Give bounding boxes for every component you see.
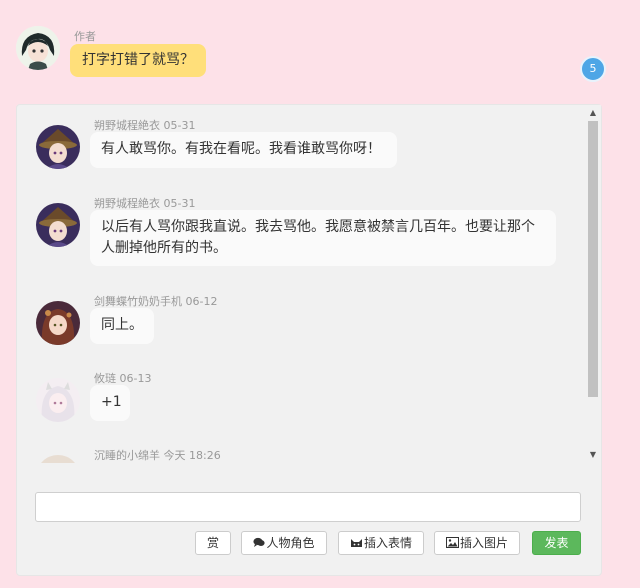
picture-icon	[445, 533, 459, 555]
author-label: 作者	[74, 30, 96, 43]
reply-meta: 沉睡的小绵羊 今天 18:26	[94, 447, 221, 463]
reply-date: 今天 18:26	[163, 449, 221, 462]
image-label: 插入图片	[459, 536, 508, 550]
reply-input[interactable]	[35, 492, 581, 522]
cat-icon	[350, 533, 363, 555]
reply-meta: 朔野城程絶衣 05-31	[94, 117, 195, 133]
reply-avatar[interactable]	[36, 378, 80, 422]
reply-date: 06-13	[119, 372, 152, 385]
reply-list: 朔野城程絶衣 05-31 有人敢骂你。有我在看呢。我看谁敢骂你呀！ 朔野城程絶衣	[17, 105, 585, 463]
reply-text: 同上。	[90, 308, 154, 344]
reply-author[interactable]: 沉睡的小绵羊	[94, 449, 160, 462]
send-button[interactable]: 发表	[532, 531, 581, 555]
reply-meta: 朔野城程絶衣 05-31	[94, 195, 195, 211]
character-button[interactable]: 人物角色	[241, 531, 327, 555]
reply-date: 06-12	[185, 295, 218, 308]
reply-avatar[interactable]	[36, 203, 80, 247]
reward-label: 赏	[206, 536, 219, 550]
comment-icon	[253, 533, 266, 555]
reply-text: 有人敢骂你。有我在看呢。我看谁敢骂你呀！	[90, 132, 397, 168]
reply-author[interactable]: 朔野城程絶衣	[94, 119, 160, 132]
reply-meta: 攸琏 06-13	[94, 370, 151, 386]
author-avatar[interactable]	[16, 26, 60, 70]
reply-author[interactable]: 剑舞蝶竹奶奶手机	[94, 295, 182, 308]
scroll-up-icon[interactable]: ▲	[588, 108, 598, 118]
post-content: 打字打错了就骂？	[70, 44, 206, 77]
scroll-thumb[interactable]	[588, 121, 598, 397]
reply-text: 以后有人骂你跟我直说。我去骂他。我愿意被禁言几百年。也要让那个人删掉他所有的书。	[90, 210, 556, 266]
image-button[interactable]: 插入图片	[434, 531, 520, 555]
emoji-button[interactable]: 插入表情	[338, 531, 424, 555]
reply-avatar[interactable]	[36, 301, 80, 345]
reply-author[interactable]: 攸琏	[94, 372, 116, 385]
reply-author[interactable]: 朔野城程絶衣	[94, 197, 160, 210]
character-label: 人物角色	[266, 536, 315, 550]
reply-avatar[interactable]	[36, 455, 80, 463]
reply-count-badge[interactable]: 5	[580, 56, 606, 82]
reply-panel: 朔野城程絶衣 05-31 有人敢骂你。有我在看呢。我看谁敢骂你呀！ 朔野城程絶衣	[16, 104, 602, 576]
reply-avatar[interactable]	[36, 125, 80, 169]
emoji-label: 插入表情	[363, 536, 412, 550]
reply-date: 05-31	[163, 197, 196, 210]
reply-date: 05-31	[163, 119, 196, 132]
reply-scrollbar[interactable]: ▲ ▼	[585, 105, 601, 463]
reply-meta: 剑舞蝶竹奶奶手机 06-12	[94, 293, 217, 309]
scroll-down-icon[interactable]: ▼	[588, 450, 598, 460]
reply-text: +1	[90, 385, 130, 421]
reward-button[interactable]: 赏	[195, 531, 231, 555]
